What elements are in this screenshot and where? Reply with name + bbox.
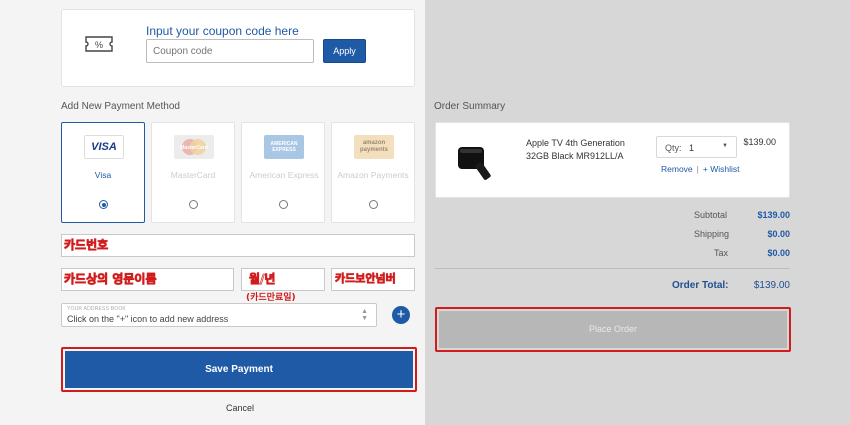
product-name-line1: Apple TV 4th Generation (526, 138, 625, 148)
mastercard-logo-text: MasterCard (180, 145, 208, 151)
address-book-text: Click on the "+" icon to add new address (67, 314, 229, 324)
link-separator: | (696, 164, 699, 174)
shipping-label: Shipping (694, 229, 730, 239)
order-item-card: Apple TV 4th Generation 32GB Black MR912… (435, 122, 790, 198)
wishlist-link[interactable]: + Wishlist (703, 164, 740, 174)
subtotal-label: Subtotal (694, 210, 728, 220)
payment-method-label: Amazon Payments (337, 170, 409, 180)
order-total-value: $139.00 (753, 280, 790, 291)
expiry-note: (카드만료일) (246, 293, 296, 303)
payment-method-label: American Express (249, 170, 319, 180)
amazon-radio[interactable] (369, 200, 378, 209)
qty-value: 1 (689, 143, 695, 153)
payment-method-amex[interactable]: AMERICAN EXPRESS American Express (241, 122, 325, 223)
cancel-link[interactable]: Cancel (226, 403, 254, 413)
amex-logo: AMERICAN EXPRESS (264, 135, 304, 159)
visa-radio[interactable] (99, 200, 108, 209)
card-number-annotation: 카드번호 (64, 238, 109, 253)
tax-value: $0.00 (767, 248, 790, 258)
coupon-card: % Input your coupon code here Apply (61, 9, 415, 87)
payment-method-amazon[interactable]: amazon payments Amazon Payments (331, 122, 415, 223)
product-name: Apple TV 4th Generation 32GB Black MR912… (526, 137, 636, 163)
tax-label: Tax (714, 248, 729, 258)
mastercard-logo: MasterCard (174, 135, 214, 159)
save-payment-button[interactable]: Save Payment (65, 351, 413, 388)
address-book-caption: YOUR ADDRESS BOOK (67, 306, 126, 312)
coupon-code-input[interactable] (146, 39, 314, 63)
payment-method-label: MasterCard (170, 170, 216, 180)
product-name-line2: 32GB Black MR912LL/A (526, 151, 624, 161)
payment-panel: % Input your coupon code here Apply Add … (0, 0, 425, 425)
payment-method-visa[interactable]: VISA Visa (61, 122, 145, 223)
mastercard-radio[interactable] (189, 200, 198, 209)
amex-radio[interactable] (279, 200, 288, 209)
select-arrows-icon: ▲ ▼ (361, 308, 368, 322)
item-price: $139.00 (743, 137, 776, 147)
payment-section-title: Add New Payment Method (61, 101, 180, 112)
order-summary-panel: Order Summary Apple TV 4th Generation 32… (425, 0, 850, 425)
cardholder-name-annotation: 카드상의 영문이름 (64, 272, 157, 287)
qty-label: Qty: (665, 143, 682, 153)
coupon-title: Input your coupon code here (146, 24, 299, 38)
save-payment-highlight: Save Payment (61, 347, 417, 392)
visa-logo: VISA (84, 135, 124, 159)
address-book-select[interactable]: YOUR ADDRESS BOOK Click on the "+" icon … (61, 303, 377, 327)
card-number-field[interactable] (61, 234, 415, 257)
coupon-ticket-icon: % (85, 36, 113, 52)
order-summary-title: Order Summary (434, 101, 506, 112)
svg-text:%: % (95, 40, 103, 50)
place-order-button[interactable]: Place Order (439, 311, 787, 348)
summary-divider (435, 268, 790, 269)
subtotal-value: $139.00 (757, 210, 790, 220)
place-order-highlight: Place Order (435, 307, 791, 352)
apply-coupon-button[interactable]: Apply (323, 39, 366, 63)
payment-method-mastercard[interactable]: MasterCard MasterCard (151, 122, 235, 223)
cvv-annotation: 카드보안넘버 (335, 272, 396, 286)
add-address-button[interactable]: + (392, 306, 410, 324)
payment-method-label: Visa (94, 170, 112, 180)
item-actions: Remove | + Wishlist (661, 164, 739, 174)
shipping-value: $0.00 (767, 229, 790, 239)
amazon-payments-logo: amazon payments (354, 135, 394, 159)
chevron-down-icon: ▼ (722, 143, 728, 149)
expiry-annotation: 월/년 (249, 272, 276, 287)
apple-tv-product-image (458, 147, 491, 180)
remove-link[interactable]: Remove (661, 164, 693, 174)
quantity-select[interactable]: Qty: 1 ▼ (656, 136, 737, 158)
order-total-label: Order Total: (672, 280, 729, 291)
